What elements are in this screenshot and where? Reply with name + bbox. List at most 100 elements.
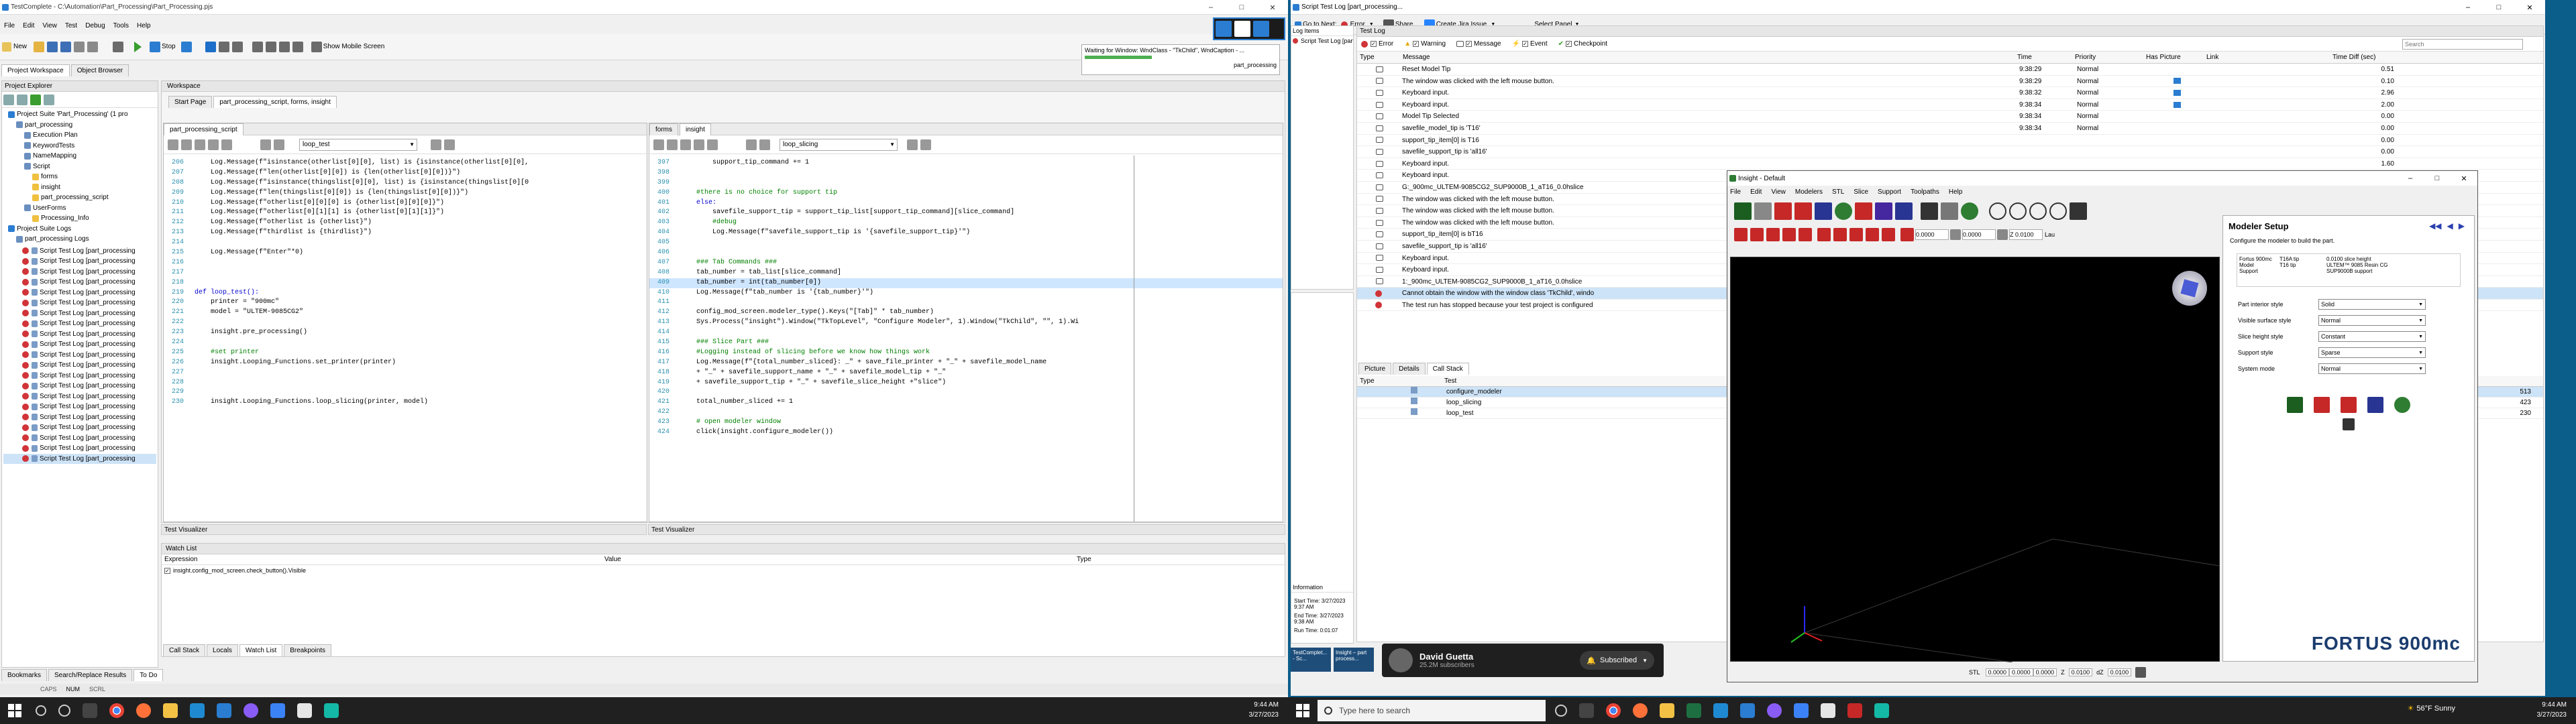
tree-item[interactable]: Execution Plan [3, 130, 156, 141]
panel-prev-icon[interactable]: ◀ [2447, 221, 2453, 231]
log-row[interactable]: support_tip_item[0] is T16 0.00 [1357, 135, 2543, 147]
picture-icon[interactable] [2174, 78, 2181, 84]
menu-view[interactable]: View [42, 22, 57, 29]
log-items-entry[interactable]: Script Test Log [part_proc... [1291, 36, 1353, 46]
right-more-icon[interactable] [920, 139, 931, 150]
app-icon-3[interactable] [297, 703, 312, 718]
coord-field-2[interactable] [1962, 229, 1996, 240]
log-row[interactable]: Reset Model Tip 9:38:29 Normal 0.51 [1357, 64, 2543, 76]
tab-watch-list[interactable]: Watch List [239, 644, 283, 656]
weather-widget[interactable]: ☀ 56°F Sunny [2408, 704, 2455, 713]
left-search-icon[interactable] [36, 705, 46, 716]
tc-minimize-button[interactable]: – [1195, 3, 1226, 11]
log-close-button[interactable]: ✕ [2514, 3, 2545, 12]
log-list-item[interactable]: Script Test Log [part_processing [3, 350, 156, 361]
coord-field-3[interactable] [2009, 229, 2043, 240]
task-thumb-1[interactable]: TestComplet... - Sc... [1291, 648, 1331, 672]
zoom-fit-icon[interactable] [2009, 202, 2027, 220]
r-firefox-icon[interactable] [1633, 703, 1648, 718]
log-list-item[interactable]: Script Test Log [part_processing [3, 267, 156, 278]
r-app-icon-4[interactable] [1847, 703, 1862, 718]
recorder-stop-icon[interactable] [1253, 21, 1269, 37]
slice-height-icon[interactable] [1900, 228, 1914, 241]
app-icon-2[interactable] [270, 703, 285, 718]
filter-message-checkbox[interactable]: ✓ [1466, 41, 1472, 47]
picture-icon[interactable] [2174, 89, 2181, 96]
orient-icon[interactable] [1754, 202, 1772, 220]
layer-first-icon[interactable] [1766, 228, 1780, 241]
menu-test[interactable]: Test [65, 22, 77, 29]
left-clock[interactable]: 9:44 AM 3/27/2023 [1249, 700, 1279, 720]
undo-icon[interactable] [74, 41, 85, 52]
setup-field-select[interactable]: Constant ▼ [2318, 331, 2426, 342]
tab-project-workspace[interactable]: Project Workspace [1, 64, 70, 76]
mobile-screen-icon[interactable] [311, 41, 322, 52]
left-code-area[interactable]: 206 Log.Message(f"isinstance(otherlist[0… [164, 154, 647, 408]
app-icon-1[interactable] [244, 703, 258, 718]
tab-call-stack[interactable]: Call Stack [163, 644, 206, 656]
log-list-item[interactable]: Script Test Log [part_processing [3, 246, 156, 257]
debug-icon[interactable] [180, 41, 192, 52]
insight-menu-edit[interactable]: Edit [1750, 188, 1762, 196]
log-list-item[interactable]: Script Test Log [part_processing [3, 329, 156, 340]
right-code-area[interactable]: 397 support_tip_command += 1 398 399 400 #t… [649, 154, 1283, 438]
r-uncomment-icon[interactable] [694, 139, 704, 150]
col-priority[interactable]: Priority [2075, 54, 2146, 61]
layer-last-icon[interactable] [1782, 228, 1796, 241]
right-nav-forward-icon[interactable] [759, 139, 770, 150]
log-list-item[interactable]: Script Test Log [part_processing [3, 256, 156, 267]
globe-icon[interactable] [1835, 202, 1852, 220]
r-chrome-icon[interactable] [1606, 703, 1621, 718]
r-app-icon-1[interactable] [1767, 703, 1782, 718]
log-row[interactable]: Model Tip Selected 9:38:34 Normal 0.00 [1357, 111, 2543, 123]
left-task-view-icon[interactable] [58, 705, 70, 717]
log-list-item[interactable]: Script Test Log [part_processing [3, 339, 156, 350]
tree-item[interactable]: Project Suite Logs [3, 224, 156, 235]
setup-globe-icon[interactable] [2394, 397, 2410, 413]
log-search-input[interactable] [2402, 38, 2523, 50]
setup-layers-icon[interactable] [2314, 397, 2330, 413]
menu-help[interactable]: Help [137, 22, 151, 29]
tab-breakpoints[interactable]: Breakpoints [284, 644, 332, 656]
r-outdent-icon[interactable] [667, 139, 678, 150]
tree-item[interactable]: UserForms [3, 203, 156, 214]
explorer-add-icon[interactable] [3, 94, 14, 105]
r-app-icon-2[interactable] [1794, 703, 1809, 718]
menu-edit[interactable]: Edit [23, 22, 34, 29]
support-icon[interactable] [1794, 202, 1812, 220]
mobile-screen-label[interactable]: Show Mobile Screen [323, 43, 385, 50]
left-more-icon[interactable] [444, 139, 455, 150]
task-thumb-2[interactable]: Insight – part process... [1334, 648, 1374, 672]
step-over-icon[interactable] [231, 41, 243, 52]
curve-line-icon[interactable] [1833, 228, 1847, 241]
new-button-label[interactable]: New [13, 43, 27, 50]
log-minimize-button[interactable]: – [2453, 3, 2483, 11]
log-list-item[interactable]: Script Test Log [part_processing [3, 360, 156, 371]
r-indent-icon[interactable] [653, 139, 664, 150]
curve-del-icon[interactable] [1849, 228, 1863, 241]
tree-item[interactable]: insight [3, 182, 156, 193]
inspect-icon[interactable] [265, 41, 276, 52]
tc-maximize-button[interactable]: □ [1226, 3, 1257, 11]
tree-item[interactable]: part_processing Logs [3, 234, 156, 245]
3d-viewport[interactable] [1730, 257, 2220, 662]
log-list-item[interactable]: Script Test Log [part_processing [3, 298, 156, 308]
tab-start-page[interactable]: Start Page [168, 96, 213, 108]
log-row[interactable]: Keyboard input. 9:38:34 Normal 2.00 [1357, 99, 2543, 111]
zoom-window-icon[interactable] [2049, 202, 2067, 220]
print-icon[interactable] [1941, 202, 1958, 220]
r-app-icon-3[interactable] [1821, 703, 1835, 718]
insight-menu-file[interactable]: File [1730, 188, 1741, 196]
setup-flag-icon[interactable] [2287, 397, 2303, 413]
setup-curves-icon[interactable] [2341, 397, 2357, 413]
left-run-routine-icon[interactable] [431, 139, 441, 150]
file-explorer-icon[interactable] [163, 703, 178, 718]
log-row[interactable]: savefile_support_tip is 'all16' 0.00 [1357, 146, 2543, 158]
explorer-delete-icon[interactable] [17, 94, 28, 105]
flag-icon[interactable] [1734, 202, 1752, 220]
menu-tools[interactable]: Tools [113, 22, 129, 29]
left-start-icon[interactable] [8, 704, 21, 717]
tree-item[interactable]: NameMapping [3, 151, 156, 162]
filter-event-checkbox[interactable]: ✓ [1522, 41, 1529, 47]
log-list-item[interactable]: Script Test Log [part_processing [3, 391, 156, 402]
